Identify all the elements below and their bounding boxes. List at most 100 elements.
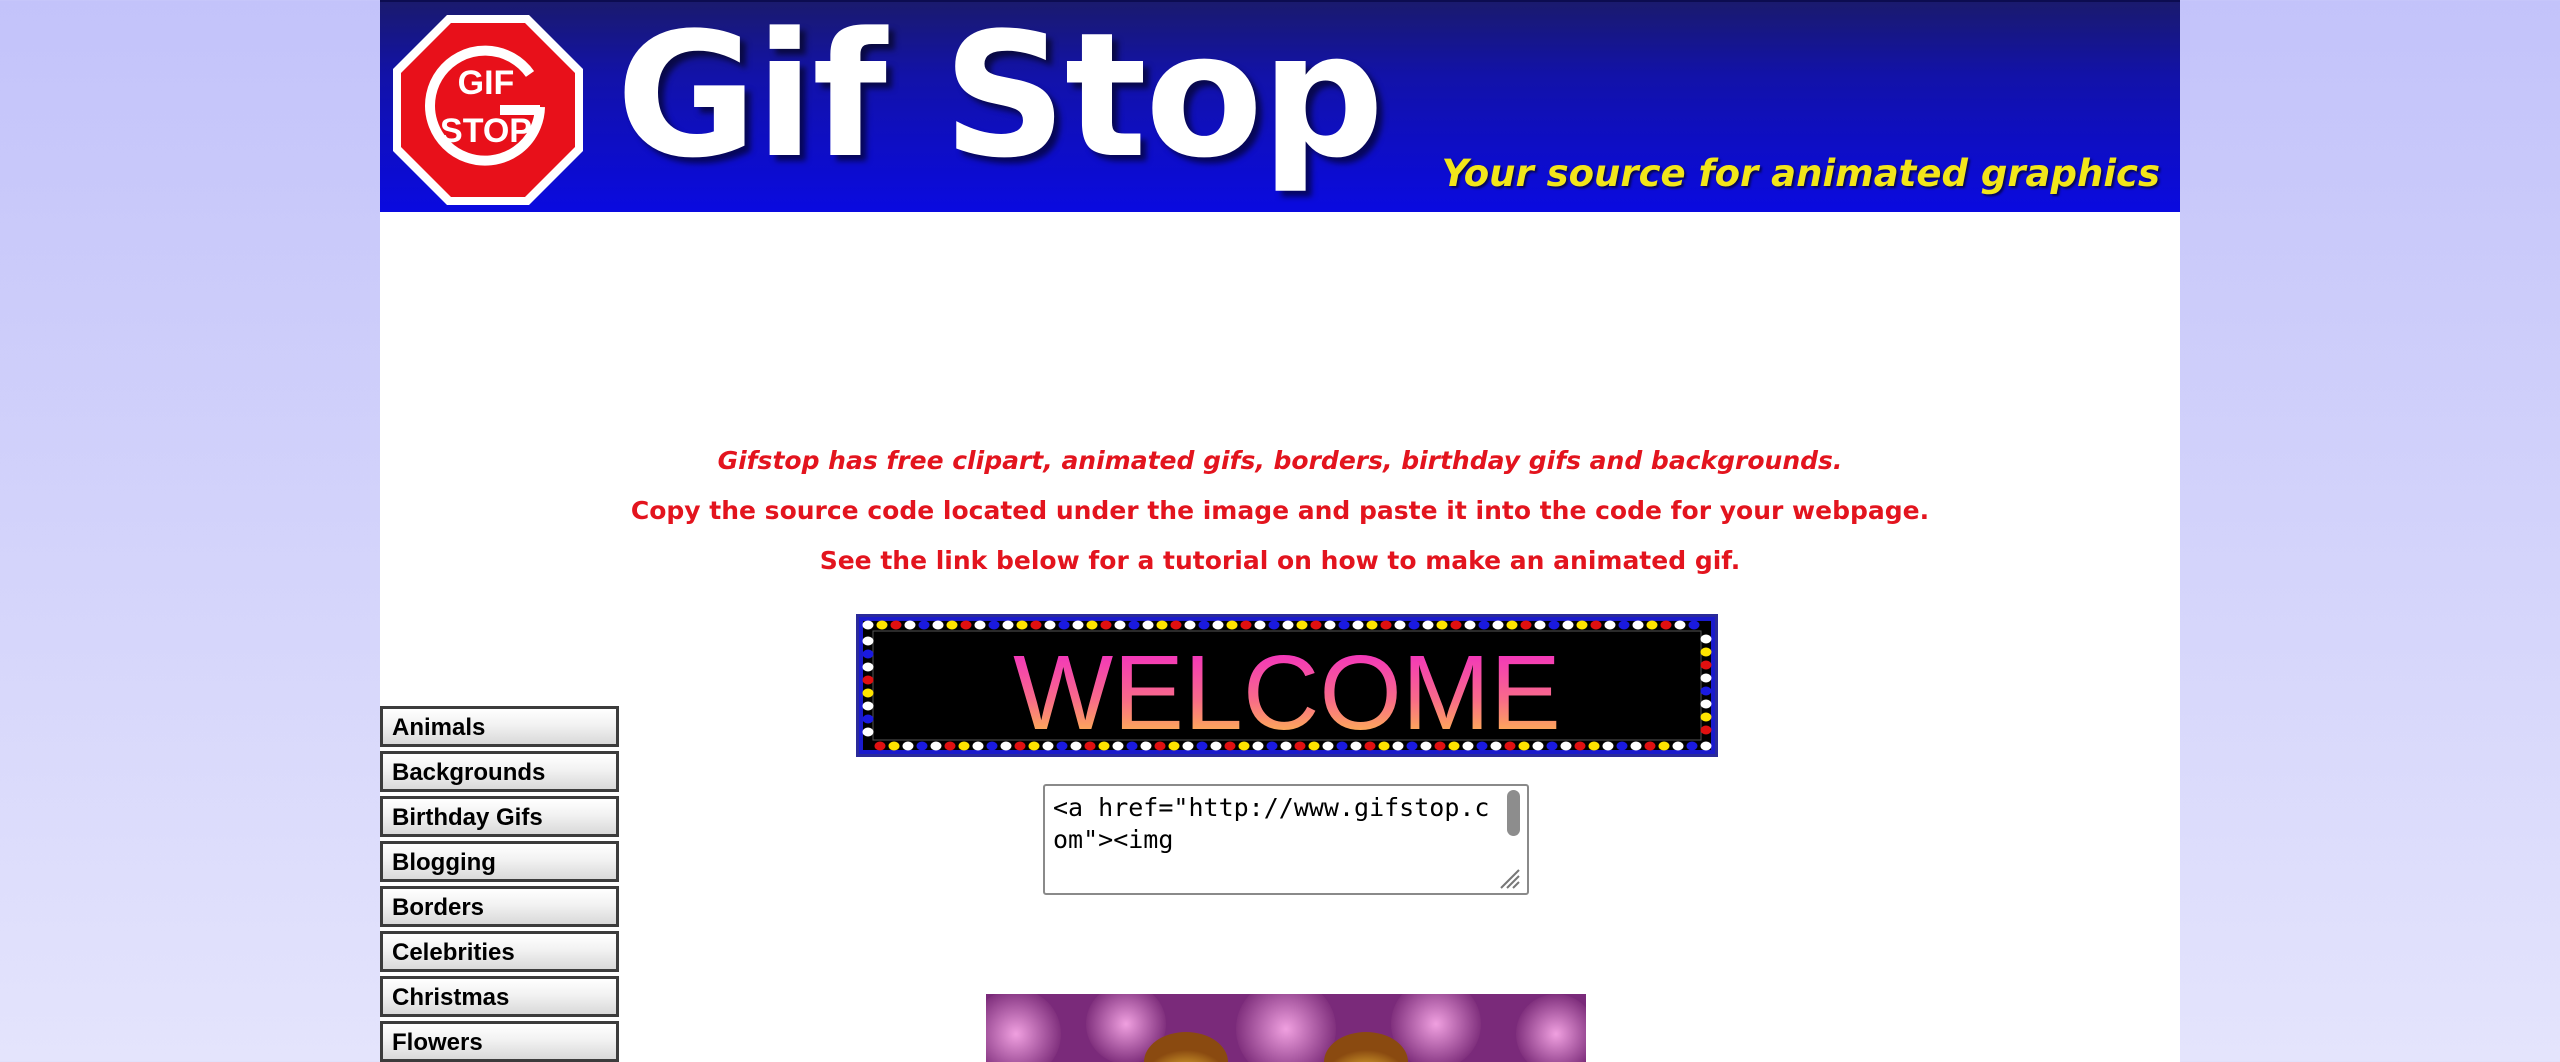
intro-line-3: See the link below for a tutorial on how… <box>819 546 1741 575</box>
marquee-bulb <box>904 620 916 630</box>
marquee-bulb <box>1030 620 1042 630</box>
marquee-bulb <box>946 620 958 630</box>
marquee-bulb <box>1478 620 1490 630</box>
page-container: GIF STOP Gif Stop Your source for animat… <box>380 0 2180 1062</box>
marquee-bulb <box>1632 620 1644 630</box>
marquee-bulb <box>1310 620 1322 630</box>
marquee-bulb <box>1630 741 1642 751</box>
marquee-bulb <box>1352 620 1364 630</box>
marquee-bulb <box>862 675 874 685</box>
marquee-bulb <box>1450 620 1462 630</box>
marquee-bulb <box>974 620 986 630</box>
marquee-bulb <box>1114 620 1126 630</box>
marquee-bulb <box>1660 620 1672 630</box>
marquee-bulb <box>918 620 930 630</box>
marquee-bulb <box>862 688 874 698</box>
marquee-bulb <box>862 727 874 737</box>
marquee-bulb <box>1436 620 1448 630</box>
marquee-bulb <box>1700 660 1712 670</box>
resize-grip-icon[interactable] <box>1497 866 1521 890</box>
marquee-bulb <box>1408 620 1420 630</box>
marquee-bulb <box>1128 620 1140 630</box>
marquee-bulb <box>1506 620 1518 630</box>
intro-line-2: Copy the source code located under the i… <box>630 496 1930 525</box>
marquee-bulb <box>888 741 900 751</box>
sidebar-item-flowers[interactable]: Flowers <box>380 1021 619 1062</box>
sidebar-item-blogging[interactable]: Blogging <box>380 841 619 882</box>
marquee-bulb <box>862 649 874 659</box>
marquee-bulb <box>986 741 998 751</box>
marquee-bulb <box>1520 620 1532 630</box>
marquee-bulb <box>1686 741 1698 751</box>
scrollbar-thumb[interactable] <box>1507 790 1520 836</box>
marquee-bulb <box>1588 741 1600 751</box>
marquee-bulb <box>1296 620 1308 630</box>
marquee-bulb <box>1058 620 1070 630</box>
marquee-bulb <box>960 620 972 630</box>
sidebar-item-celebrities[interactable]: Celebrities <box>380 931 619 972</box>
logo-text-bottom: STOP <box>440 112 532 150</box>
marquee-bulb <box>972 741 984 751</box>
marquee-bulb <box>1700 725 1712 735</box>
marquee-bulb <box>1324 620 1336 630</box>
marquee-bulb <box>1548 620 1560 630</box>
source-code-textarea[interactable]: <a href="http://www.gifstop.com"><img <box>1043 784 1529 895</box>
marquee-bulb <box>944 741 956 751</box>
marquee-bulb <box>1170 620 1182 630</box>
marquee-bulb <box>1422 620 1434 630</box>
stop-sign-logo-icon[interactable]: GIF STOP <box>390 12 586 208</box>
marquee-bulb <box>902 741 914 751</box>
marquee-bulb <box>1700 634 1712 644</box>
marquee-bulb <box>1100 620 1112 630</box>
sidebar-item-animals[interactable]: Animals <box>380 706 619 747</box>
marquee-bulb <box>1618 620 1630 630</box>
category-sidebar: Animals Backgrounds Birthday Gifs Bloggi… <box>380 706 619 1062</box>
sidebar-item-christmas[interactable]: Christmas <box>380 976 619 1017</box>
marquee-bulb <box>1492 620 1504 630</box>
marquee-bulb <box>862 636 874 646</box>
marquee-bulb <box>1604 620 1616 630</box>
marquee-bulb <box>1394 620 1406 630</box>
marquee-bulb <box>1002 620 1014 630</box>
marquee-bulb <box>1254 620 1266 630</box>
animated-gif-preview-image[interactable] <box>986 994 1586 1062</box>
marquee-bulb <box>1086 620 1098 630</box>
marquee-bulb <box>1212 620 1224 630</box>
marquee-bulb <box>874 741 886 751</box>
marquee-bulb <box>1688 620 1700 630</box>
site-tagline: Your source for animated graphics <box>1441 152 2160 195</box>
sidebar-item-borders[interactable]: Borders <box>380 886 619 927</box>
sidebar-item-birthday-gifs[interactable]: Birthday Gifs <box>380 796 619 837</box>
marquee-bulb <box>1366 620 1378 630</box>
marquee-bulb <box>1560 741 1572 751</box>
marquee-bulb <box>1044 620 1056 630</box>
logo-text-top: GIF <box>458 64 515 102</box>
marquee-bulb <box>1184 620 1196 630</box>
sidebar-item-backgrounds[interactable]: Backgrounds <box>380 751 619 792</box>
site-title[interactable]: Gif Stop <box>616 0 1384 196</box>
marquee-bulb <box>876 620 888 630</box>
marquee-bulb <box>1674 620 1686 630</box>
marquee-bulb <box>1644 741 1656 751</box>
marquee-bulb <box>988 620 1000 630</box>
marquee-bulb <box>1672 741 1684 751</box>
marquee-bulb <box>1464 620 1476 630</box>
marquee-bulb <box>1646 620 1658 630</box>
intro-line-1: Gifstop has free clipart, animated gifs,… <box>717 446 1843 475</box>
marquee-bulb <box>1240 620 1252 630</box>
marquee-bulb <box>1072 620 1084 630</box>
marquee-bulb <box>1282 620 1294 630</box>
marquee-bulb <box>958 741 970 751</box>
marquee-bulb <box>1616 741 1628 751</box>
marquee-bulb <box>1268 620 1280 630</box>
welcome-text: WELCOME <box>1013 634 1561 752</box>
marquee-bulb <box>1576 620 1588 630</box>
marquee-bulb <box>1700 712 1712 722</box>
welcome-gif-image[interactable]: WELCOME <box>856 614 1718 757</box>
marquee-bulb <box>1338 620 1350 630</box>
marquee-bulb <box>1016 620 1028 630</box>
marquee-bulb <box>1700 686 1712 696</box>
marquee-bulb <box>1380 620 1392 630</box>
marquee-bulb <box>862 701 874 711</box>
marquee-bulb <box>1562 620 1574 630</box>
